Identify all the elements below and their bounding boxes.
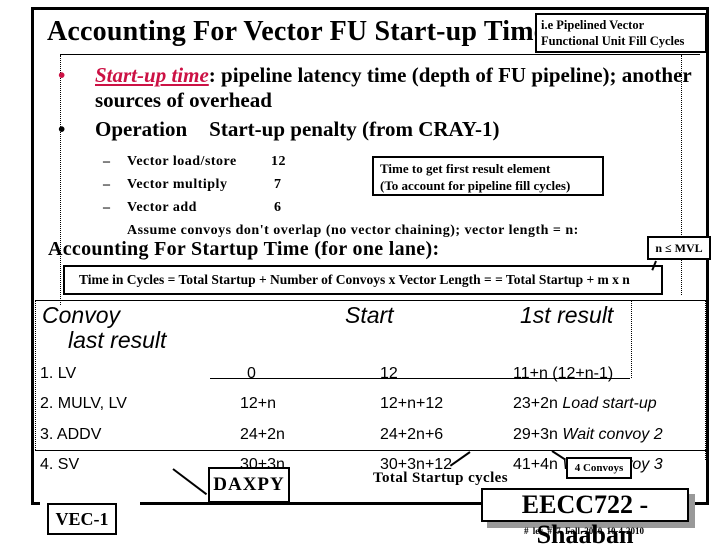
penalty-operation: Vector load/store xyxy=(127,154,237,169)
four-convoys-callout: 4 Convoys xyxy=(566,457,632,479)
bullet-dot-icon: • xyxy=(58,63,66,87)
row-1-convoy: 1. LV xyxy=(40,365,77,382)
penalty-cycles: 6 xyxy=(274,200,282,215)
dash: – xyxy=(103,200,111,215)
first-result-note-line-2: (To account for pipeline fill cycles) xyxy=(380,178,571,193)
table-rule-3 xyxy=(35,450,707,451)
first-result-note-box: Time to get first result element (To acc… xyxy=(372,156,604,196)
penalty-cycles: 7 xyxy=(274,177,282,192)
bullet-list: • Start-up time: pipeline latency time (… xyxy=(58,63,698,146)
header-start: Start xyxy=(345,302,394,328)
mvl-note-box: n ≤ MVL xyxy=(647,236,711,260)
title-underline xyxy=(60,54,700,55)
title-note-box: i.e Pipelined Vector Functional Unit Fil… xyxy=(535,13,707,53)
title-note-line-1: i.e Pipelined Vector xyxy=(541,18,645,32)
startup-penalty-label: Start-up penalty (from CRAY-1) xyxy=(209,117,500,141)
row-1-last-result: 11+n (12+n-1) xyxy=(513,365,614,382)
title-note-line-2: Functional Unit Fill Cycles xyxy=(541,34,685,48)
row-1-first-result: 12 xyxy=(380,365,398,382)
row-2-convoy: 2. MULV, LV xyxy=(40,395,127,412)
row-4-convoy: 4. SV xyxy=(40,456,80,473)
section-subheading: Accounting For Startup Time (for one lan… xyxy=(48,238,440,260)
table-right-dotted-edge xyxy=(705,300,706,460)
row-3-note: Wait convoy 2 xyxy=(562,426,663,443)
row-4-last-result-value: 41+4n xyxy=(513,456,558,473)
row-1-start: 0 xyxy=(247,365,256,382)
total-startup-label: Total Startup cycles xyxy=(373,470,508,486)
dash: – xyxy=(103,154,111,169)
lecture-meta: # lec # 7 Fall 2010 10-4-2010 xyxy=(524,526,644,536)
row-2-start: 12+n xyxy=(240,395,277,412)
header-dotted-edge xyxy=(631,300,632,378)
penalty-operation: Vector multiply xyxy=(127,177,228,192)
course-badge: EECC722 - Shaaban xyxy=(481,488,689,549)
row-3-last-result-value: 29+3n xyxy=(513,426,558,443)
table-left-dotted-edge xyxy=(35,300,36,450)
row-2-last-result-value: 23+2n xyxy=(513,395,558,412)
row-2-last-result: 23+2n Load start-up xyxy=(513,395,657,413)
header-convoy: Convoy xyxy=(42,302,120,328)
penalty-cycles: 12 xyxy=(271,154,286,169)
row-2-first-result: 12+n+12 xyxy=(380,395,444,412)
dash: – xyxy=(103,177,111,192)
formula-box: Time in Cycles = Total Startup + Number … xyxy=(63,265,663,295)
first-result-note-line-1: Time to get first result element xyxy=(380,161,551,176)
daxpy-callout: DAXPY xyxy=(208,467,290,503)
row-3-start: 24+2n xyxy=(240,426,285,443)
bullet-operation: • Operation Start-up penalty (from CRAY-1… xyxy=(58,117,698,142)
header-last-result: last result xyxy=(68,327,167,353)
row-3-last-result: 29+3n Wait convoy 2 xyxy=(513,426,663,444)
penalty-operation: Vector add xyxy=(127,200,197,215)
header-first-result: 1st result xyxy=(520,302,614,328)
row-3-convoy: 3. ADDV xyxy=(40,426,102,443)
bullet-dot-icon: • xyxy=(58,117,66,141)
row-3-first-result: 24+2n+6 xyxy=(380,426,444,443)
bullet-startup-time: • Start-up time: pipeline latency time (… xyxy=(58,63,698,113)
slide-title: Accounting For Vector FU Start-up Time xyxy=(47,16,547,47)
operation-label: Operation xyxy=(95,117,188,141)
startup-time-term: Start-up time xyxy=(95,63,209,87)
penalty-row: – Vector add 6 xyxy=(103,196,579,219)
row-2-note: Load start-up xyxy=(562,395,657,412)
slide-number-label: VEC-1 xyxy=(47,503,117,535)
table-top-rule xyxy=(35,300,707,301)
